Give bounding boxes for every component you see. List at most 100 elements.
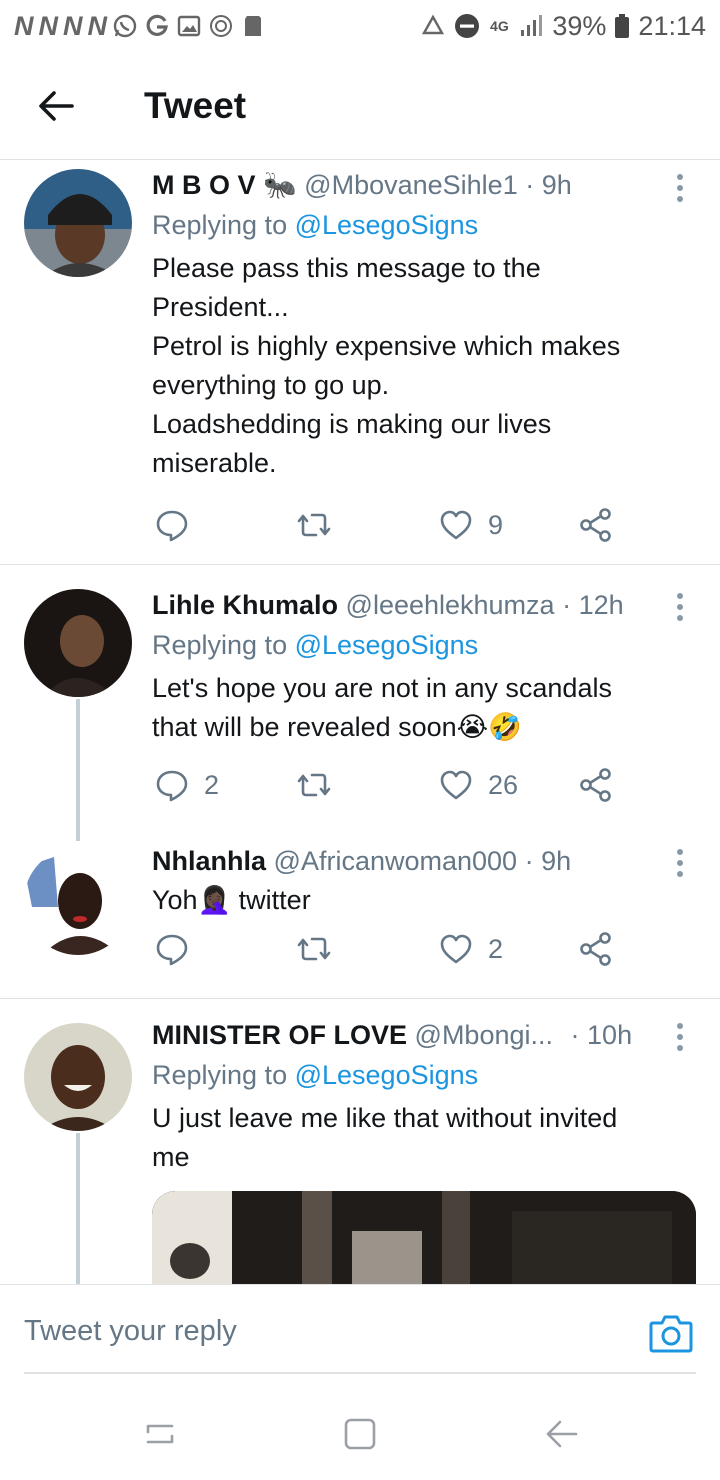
battery-percent: 39% [552,10,607,41]
avatar[interactable] [24,847,132,955]
reply-icon [156,770,188,802]
camera-button[interactable] [648,1311,694,1357]
retweet-button[interactable] [296,503,346,547]
more-options-button[interactable] [668,170,692,206]
author-handle[interactable]: @MbovaneSihle1 [304,170,518,200]
tweet-mbov[interactable]: M B O V 🐜 @MbovaneSihle1 · 9h Replying t… [0,160,720,565]
avatar[interactable] [24,169,132,277]
author-name[interactable]: M B O V [152,170,256,200]
tweet-time[interactable]: 12h [579,590,624,620]
radio-icon [208,13,234,39]
tweet-text-line: me [152,1142,190,1172]
share-icon [580,932,611,966]
replying-to: Replying to @LesegoSigns [152,1055,696,1095]
google-icon [144,13,170,39]
author-handle[interactable]: @Africanwoman000 [274,846,518,876]
system-back-button[interactable] [540,1412,584,1456]
recent-apps-button[interactable] [138,1412,182,1456]
share-button[interactable] [578,503,614,547]
tweet-text-line: President... [152,292,289,322]
author-name[interactable]: Lihle Khumalo [152,590,338,620]
signal-icon [518,13,544,39]
heart-icon [440,770,472,800]
retweet-icon [297,513,331,537]
retweet-icon [297,937,331,961]
tweet-minister-of-love[interactable]: MINISTER OF LOVE @Mbongi... · 10h Replyi… [0,999,720,1284]
reply-input[interactable] [24,1305,600,1357]
back-button[interactable] [16,66,96,146]
heart-icon [440,510,472,540]
tweet-feed[interactable]: M B O V 🐜 @MbovaneSihle1 · 9h Replying t… [0,160,720,1284]
tweet-time[interactable]: 9h [541,846,571,876]
avatar[interactable] [24,1023,132,1131]
reply-count: 2 [204,769,220,800]
like-count: 26 [488,769,519,800]
thread-line [76,699,80,841]
like-button[interactable]: 26 [438,763,518,807]
author-handle[interactable]: @Mbongi... [415,1020,553,1050]
like-button[interactable]: 9 [438,503,503,547]
whatsapp-icon [112,13,138,39]
tweet-text-line: everything to go up. [152,370,390,400]
arrow-left-icon [39,90,74,121]
home-icon [344,1418,376,1450]
network-type: 4G [490,18,509,34]
tweet-text: Please pass this message to the Presiden… [152,249,696,483]
tweet-text: Yoh🤦🏿‍♀️ twitter [152,881,696,920]
author-name[interactable]: Nhlanhla [152,846,266,876]
mention-link[interactable]: @LesegoSigns [295,1060,479,1090]
notification-n-icon: N [38,10,58,41]
heart-icon [440,934,472,964]
avatar[interactable] [24,589,132,697]
like-count: 9 [488,509,504,540]
input-underline [24,1372,696,1374]
more-options-button[interactable] [668,589,692,625]
battery-icon [614,13,630,39]
more-options-button[interactable] [668,845,692,881]
tweet-time[interactable]: 9h [542,170,572,200]
share-button[interactable] [578,927,614,971]
photo-image [152,1191,696,1284]
back-icon [546,1420,578,1448]
tweet-text-line: miserable. [152,448,277,478]
tweet-nhlanhla[interactable]: Nhlanhla @Africanwoman000 · 9h Yoh🤦🏿‍♀️ … [0,831,720,999]
app-bar: Tweet [0,52,720,160]
tweet-text: Let's hope you are not in any scandals t… [152,669,696,747]
tweet-text-line: that will be revealed soon😭🤣 [152,712,522,742]
tweet-text-line: Petrol is highly expensive which makes [152,331,621,361]
gallery-icon [176,13,202,39]
tweet-text: U just leave me like that without invite… [152,1099,696,1177]
reply-icon [156,510,188,542]
reply-compose-bar [0,1284,720,1380]
tweet-media-image[interactable] [152,1191,696,1284]
do-not-disturb-icon [454,13,480,39]
separator-dot: · [562,590,572,620]
more-options-button[interactable] [668,1019,692,1055]
replying-to-label: Replying to [152,210,295,240]
author-handle[interactable]: @leeehlekhumza [346,590,555,620]
home-button[interactable] [338,1412,382,1456]
notification-n-icon: N [87,10,107,41]
tweet-lihle-khumalo[interactable]: Lihle Khumalo @leeehlekhumza · 12h Reply… [0,565,720,841]
retweet-button[interactable] [296,927,346,971]
share-icon [580,508,611,542]
reply-button[interactable] [154,927,204,971]
separator-dot: · [525,170,535,200]
like-button[interactable]: 2 [438,927,503,971]
tweet-time[interactable]: 10h [587,1020,632,1050]
tweet-text-line: Let's hope you are not in any scandals [152,673,612,703]
share-button[interactable] [578,763,614,807]
thread-line [76,1133,80,1284]
mention-link[interactable]: @LesegoSigns [295,630,479,660]
tweet-text-line: Please pass this message to the [152,253,541,283]
author-name[interactable]: MINISTER OF LOVE [152,1020,407,1050]
reply-button[interactable] [154,503,204,547]
status-bar: N N N N 4G 39% 21:14 [0,0,720,52]
notification-n-icon: N [14,10,33,41]
tweet-text-line: Loadshedding is making our lives [152,409,552,439]
replying-to: Replying to @LesegoSigns [152,205,696,245]
reply-button[interactable]: 2 [154,763,219,807]
mention-link[interactable]: @LesegoSigns [295,210,479,240]
camera-icon [649,1315,693,1353]
retweet-button[interactable] [296,763,346,807]
